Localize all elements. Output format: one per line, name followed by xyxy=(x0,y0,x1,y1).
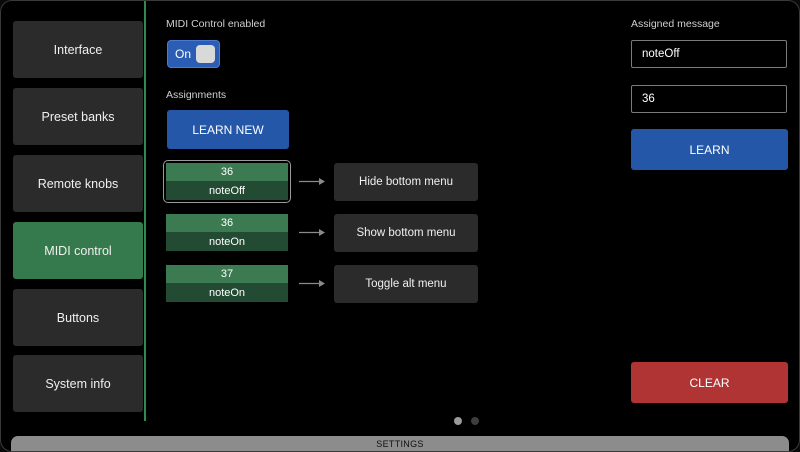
assigned-message-number-field[interactable]: 36 xyxy=(631,85,787,113)
arrow-right-icon xyxy=(299,178,325,185)
settings-bar[interactable]: SETTINGS xyxy=(11,436,789,451)
assignment-message: noteOn xyxy=(166,232,288,251)
assignment-number: 36 xyxy=(166,214,288,232)
sidebar-item-label: Remote knobs xyxy=(37,176,119,191)
action-button-1[interactable]: Hide bottom menu xyxy=(334,163,478,201)
settings-label: SETTINGS xyxy=(376,438,424,449)
assignment-message: noteOff xyxy=(166,181,288,200)
toggle-knob xyxy=(196,45,215,63)
app-window: Interface Preset banks Remote knobs MIDI… xyxy=(0,0,800,452)
sidebar-item-preset-banks[interactable]: Preset banks xyxy=(13,88,143,145)
sidebar-item-label: Preset banks xyxy=(41,109,115,124)
action-button-3[interactable]: Toggle alt menu xyxy=(334,265,478,303)
learn-new-label: LEARN NEW xyxy=(192,122,264,137)
assignment-item-3[interactable]: 37 noteOn xyxy=(166,265,288,302)
page-dot[interactable] xyxy=(471,417,479,425)
action-label: Toggle alt menu xyxy=(365,278,447,290)
clear-button[interactable]: CLEAR xyxy=(631,362,788,403)
assignment-item-2[interactable]: 36 noteOn xyxy=(166,214,288,251)
action-button-2[interactable]: Show bottom menu xyxy=(334,214,478,252)
sidebar-item-label: Buttons xyxy=(56,310,100,325)
midi-enabled-toggle[interactable]: On xyxy=(167,40,220,68)
midi-enabled-label: MIDI Control enabled xyxy=(166,18,266,30)
sidebar-item-system-info[interactable]: System info xyxy=(13,355,143,412)
assignment-item-1[interactable]: 36 noteOff xyxy=(163,160,291,203)
field-value: noteOff xyxy=(642,48,680,60)
learn-button[interactable]: LEARN xyxy=(631,129,788,170)
sidebar-item-label: MIDI control xyxy=(44,243,112,258)
arrow-right-icon xyxy=(299,229,325,236)
clear-label: CLEAR xyxy=(689,375,730,390)
sidebar-item-midi-control[interactable]: MIDI control xyxy=(13,222,143,279)
assignment-number: 37 xyxy=(166,265,288,283)
assigned-message-heading: Assigned message xyxy=(631,18,720,30)
arrow-right-icon xyxy=(299,280,325,287)
sidebar-item-remote-knobs[interactable]: Remote knobs xyxy=(13,155,143,212)
assignment-number: 36 xyxy=(166,163,288,181)
field-value: 36 xyxy=(642,93,655,105)
learn-label: LEARN xyxy=(689,142,730,157)
sidebar-item-label: System info xyxy=(45,376,111,391)
assigned-message-type-field[interactable]: noteOff xyxy=(631,40,787,68)
assignment-message: noteOn xyxy=(166,283,288,302)
action-label: Hide bottom menu xyxy=(359,176,453,188)
sidebar-item-interface[interactable]: Interface xyxy=(13,21,143,78)
learn-new-button[interactable]: LEARN NEW xyxy=(167,110,289,149)
sidebar-item-label: Interface xyxy=(53,42,103,57)
sidebar: Interface Preset banks Remote knobs MIDI… xyxy=(1,1,146,421)
assignments-heading: Assignments xyxy=(166,89,227,101)
page-dot-active[interactable] xyxy=(454,417,462,425)
sidebar-item-buttons[interactable]: Buttons xyxy=(13,289,143,346)
action-label: Show bottom menu xyxy=(356,227,456,239)
toggle-state-label: On xyxy=(175,47,192,61)
